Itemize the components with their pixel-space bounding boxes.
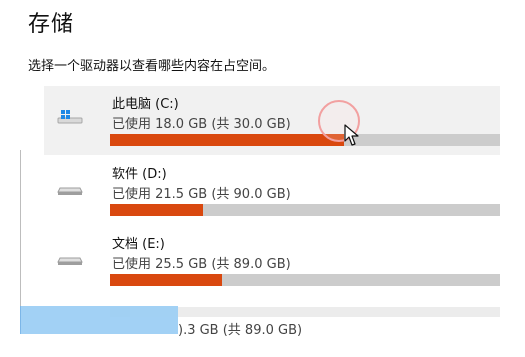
drive-name-d: 软件 (D:) [112, 167, 167, 182]
usage-fill-e [110, 274, 222, 286]
usage-fill-c [110, 134, 344, 146]
storage-page: 存储 选择一个驱动器以查看哪些内容在占空间。 此电脑 (C:) 已使用 18.0… [0, 0, 525, 357]
drive-usage-e: 已使用 25.5 GB (共 89.0 GB) [112, 257, 291, 272]
windows-drive-icon [57, 110, 83, 124]
left-edge-line [20, 150, 21, 330]
drive-usage-d: 已使用 21.5 GB (共 90.0 GB) [112, 187, 291, 202]
page-title: 存储 [28, 12, 75, 37]
drive-item-d[interactable]: 软件 (D:) 已使用 21.5 GB (共 90.0 GB) [44, 156, 500, 225]
page-description: 选择一个驱动器以查看哪些内容在占空间。 [28, 59, 276, 74]
drive-name-e: 文档 (E:) [112, 237, 165, 252]
blue-overlay [20, 306, 178, 334]
usage-bar-d [110, 204, 500, 216]
usage-fill-d [110, 204, 204, 216]
drive-name-c: 此电脑 (C:) [112, 97, 179, 112]
drive-icon [57, 257, 83, 265]
drive-item-c[interactable]: 此电脑 (C:) 已使用 18.0 GB (共 30.0 GB) [44, 86, 500, 155]
partial-drive-usage: ).3 GB (共 89.0 GB) [178, 323, 303, 338]
drive-icon [57, 187, 83, 195]
drive-item-e[interactable]: 文档 (E:) 已使用 25.5 GB (共 89.0 GB) [44, 226, 500, 295]
usage-bar-c [110, 134, 500, 146]
drive-usage-c: 已使用 18.0 GB (共 30.0 GB) [112, 117, 291, 132]
usage-bar-e [110, 274, 500, 286]
drive-list: 此电脑 (C:) 已使用 18.0 GB (共 30.0 GB) 软件 (D:)… [44, 86, 500, 295]
